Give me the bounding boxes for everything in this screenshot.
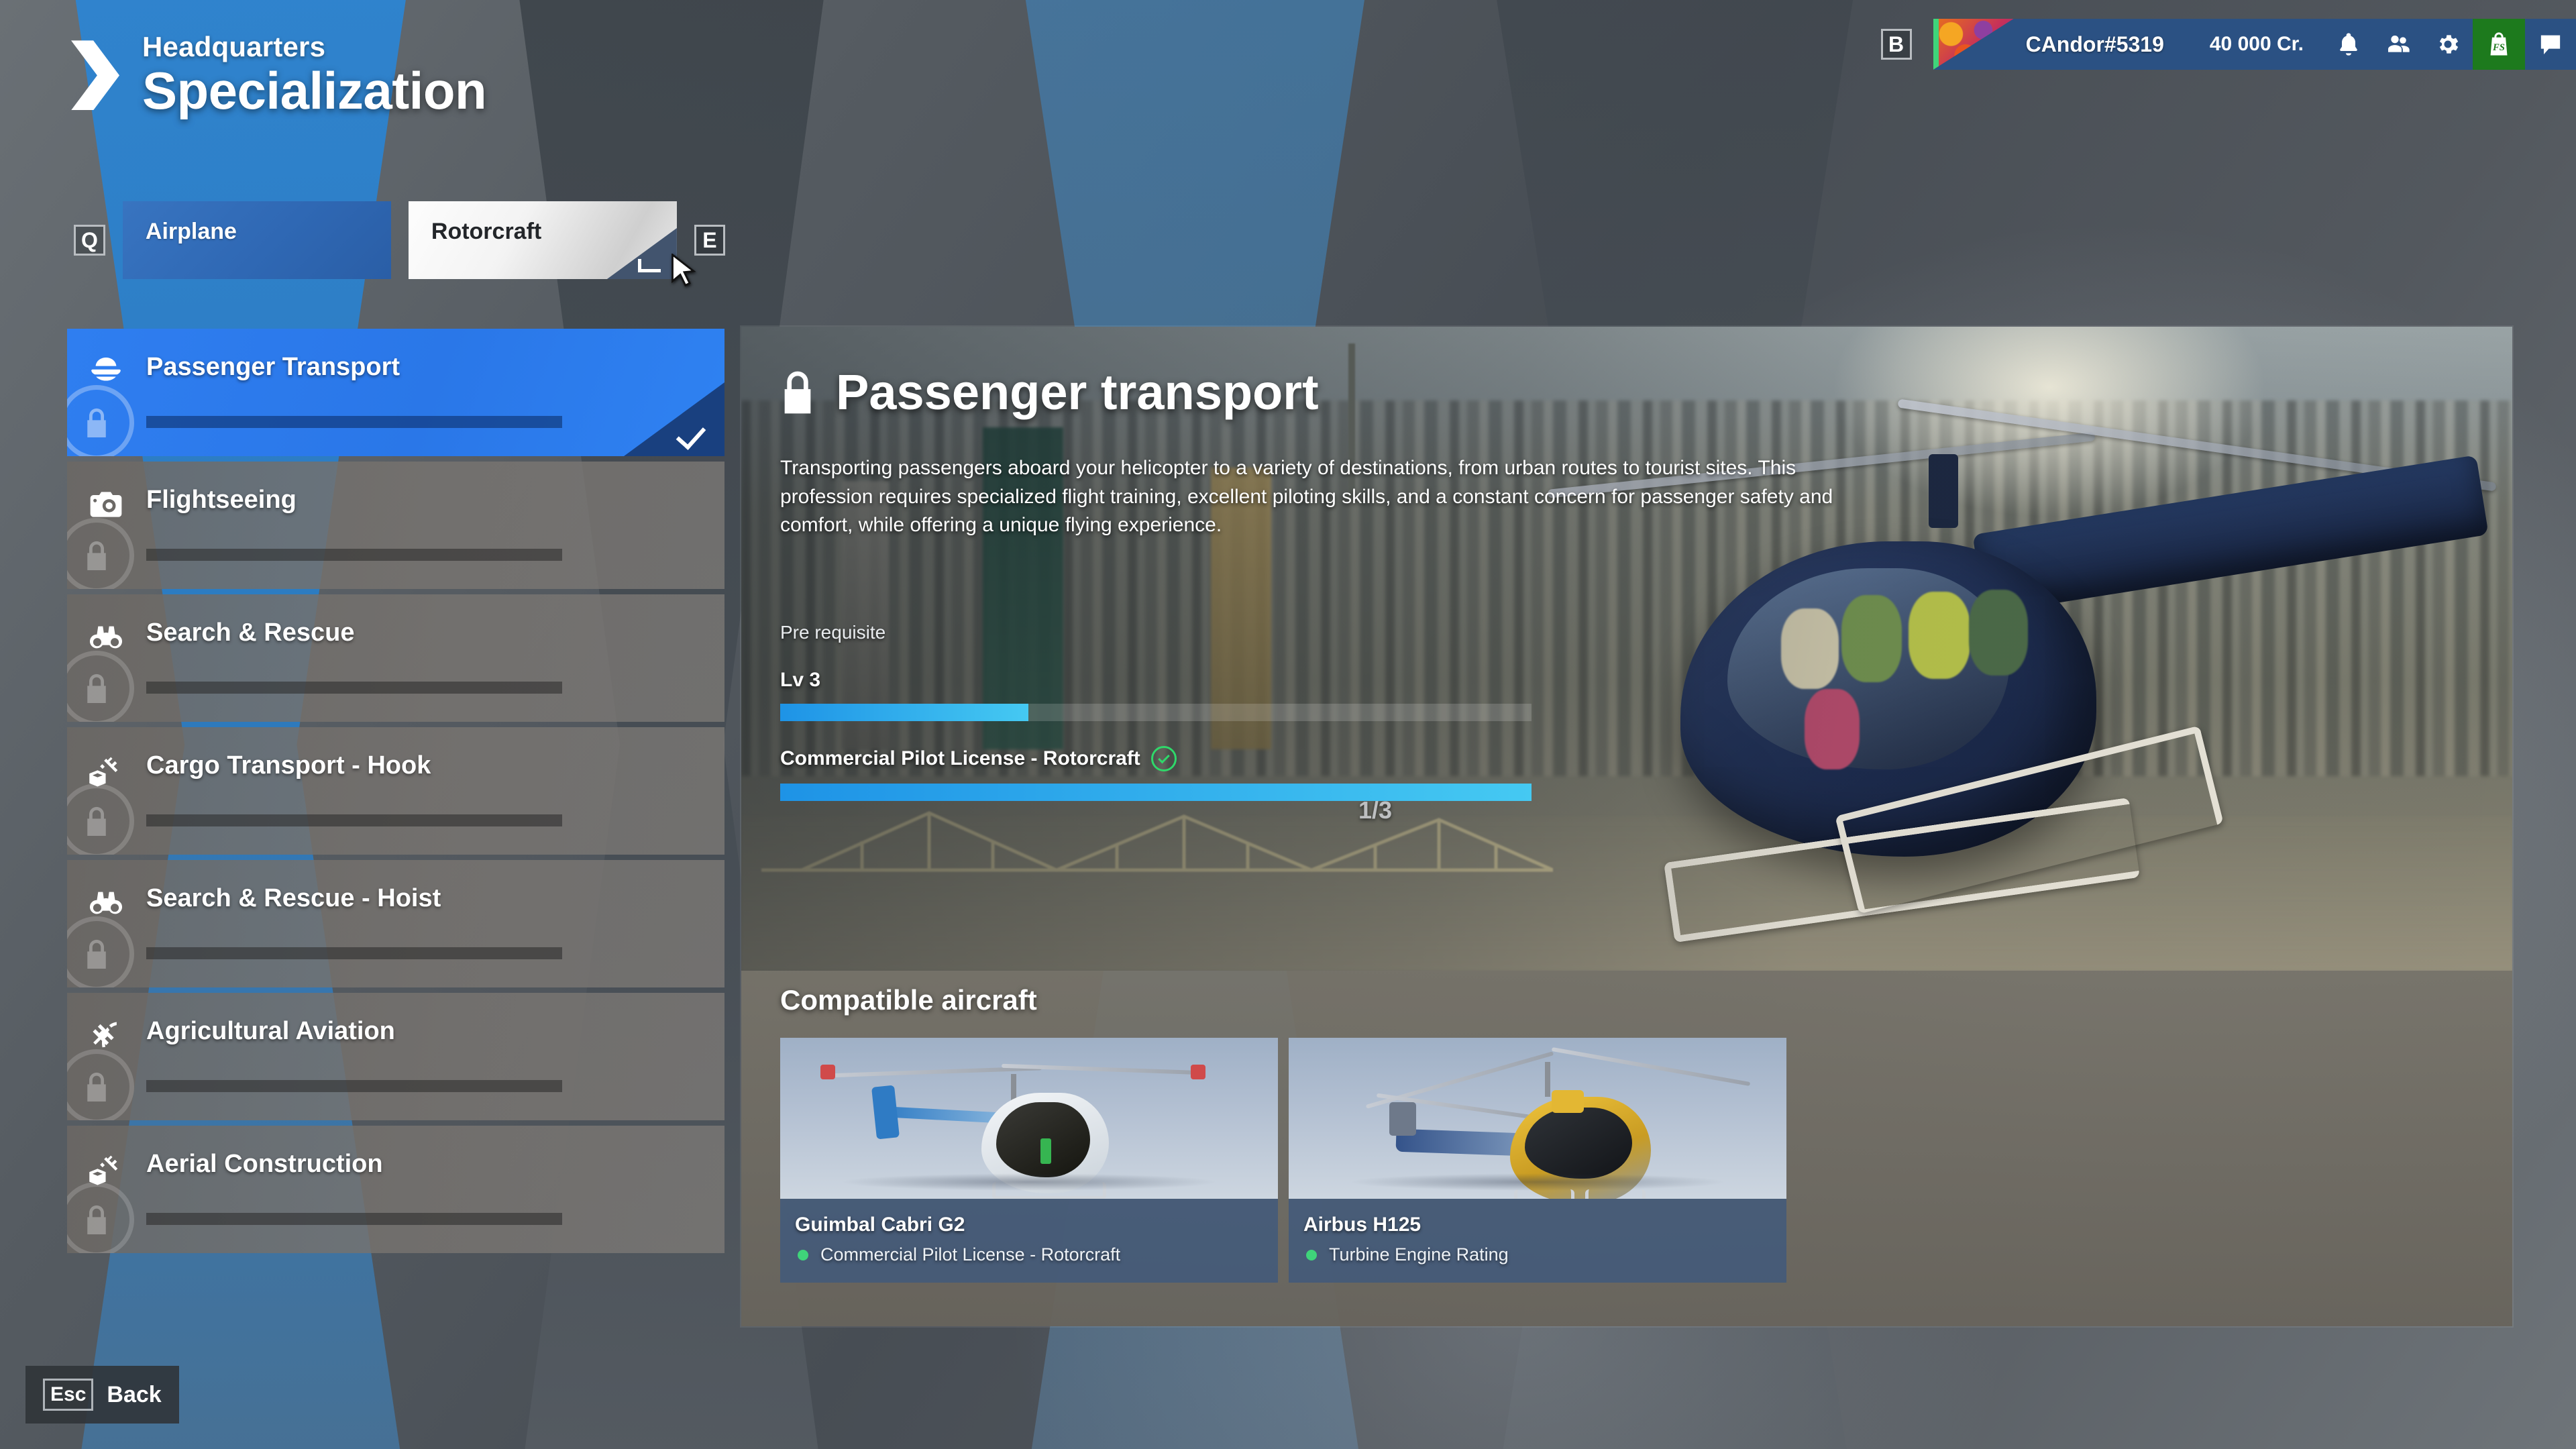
locked-badge — [67, 916, 134, 987]
progress-bar — [146, 1080, 562, 1092]
detail-title: Passenger transport — [836, 364, 1319, 420]
aircraft-thumbnail — [1289, 1038, 1786, 1199]
requirement-progress-fill — [780, 784, 1532, 801]
prerequisite-label: Pre requisite — [780, 622, 886, 643]
sidebar-item-label: Cargo Transport - Hook — [146, 751, 431, 780]
settings-button[interactable] — [2423, 19, 2473, 70]
gear-icon — [2439, 35, 2459, 54]
sidebar-item-aerial-construction[interactable]: Aerial Construction — [67, 1126, 724, 1253]
locked-badge — [67, 784, 134, 855]
chevron-right-icon — [71, 40, 119, 111]
selected-corner — [624, 382, 724, 456]
sidebar-item-label: Agricultural Aviation — [146, 1017, 395, 1045]
tab-airplane[interactable]: Airplane — [122, 201, 391, 279]
aircraft-name: Guimbal Cabri G2 — [795, 1214, 965, 1236]
username-label: CAndor#5319 — [2025, 32, 2164, 56]
aircraft-requirement: Commercial Pilot License - Rotorcraft — [820, 1244, 1121, 1265]
locked-badge — [67, 385, 134, 456]
locked-badge — [67, 518, 134, 589]
tab-rotorcraft-label: Rotorcraft — [431, 219, 542, 244]
tab-selected-corner — [606, 228, 677, 279]
sidebar-item-label: Aerial Construction — [146, 1150, 383, 1178]
requirement-license: Commercial Pilot License - Rotorcraft — [780, 746, 1532, 801]
lock-icon — [82, 405, 111, 440]
progress-bar — [146, 1213, 562, 1225]
avatar[interactable] — [1933, 19, 2014, 70]
page-title-block: Headquarters Specialization — [71, 31, 487, 121]
progress-bar — [146, 947, 562, 959]
lock-icon — [82, 1202, 111, 1237]
aircraft-requirement: Turbine Engine Rating — [1329, 1244, 1509, 1265]
lock-icon — [82, 671, 111, 706]
sidebar-item-label: Search & Rescue - Hoist — [146, 884, 441, 912]
status-dot — [798, 1249, 808, 1260]
chat-button[interactable] — [2525, 19, 2576, 70]
lock-icon — [82, 538, 111, 573]
specialization-detail-panel: 1/3 Passenger transport Transporting pas… — [741, 327, 2512, 1326]
page-title: Specialization — [142, 61, 487, 121]
marketplace-button[interactable]: FS — [2473, 19, 2525, 70]
credits-label: 40 000 Cr. — [2209, 33, 2304, 55]
requirement-level: Lv 3 — [780, 669, 1532, 721]
requirement-progress-fill — [780, 704, 1028, 721]
sidebar-item-label: Passenger Transport — [146, 353, 400, 381]
requirement-label: Lv 3 — [780, 669, 821, 691]
sidebar-item-search-rescue[interactable]: Search & Rescue — [67, 594, 724, 722]
aircraft-card-guimbal-cabri-g2[interactable]: Guimbal Cabri G2 Commercial Pilot Licens… — [780, 1038, 1278, 1283]
back-button[interactable]: Esc Back — [25, 1366, 179, 1424]
key-hint-e: E — [694, 225, 725, 256]
category-tabs: Q Airplane Rotorcraft E — [74, 201, 725, 279]
progress-bar — [146, 549, 562, 561]
sidebar-item-search-rescue-hoist[interactable]: Search & Rescue - Hoist — [67, 860, 724, 987]
aircraft-name: Airbus H125 — [1303, 1214, 1421, 1236]
progress-bar — [146, 682, 562, 694]
sidebar-item-passenger-transport[interactable]: Passenger Transport — [67, 329, 724, 456]
progress-bar — [146, 416, 562, 428]
sidebar-item-label: Search & Rescue — [146, 619, 355, 647]
check-icon — [676, 419, 706, 450]
detail-description: Transporting passengers aboard your heli… — [780, 457, 1833, 537]
key-hint-b: B — [1880, 29, 1912, 60]
progress-bar — [146, 814, 562, 826]
chat-icon — [2540, 35, 2561, 54]
notifications-button[interactable] — [2324, 19, 2373, 70]
account-header: B CAndor#5319 40 000 Cr. FS — [1880, 19, 2576, 70]
locked-badge — [67, 1049, 134, 1120]
friends-button[interactable] — [2373, 19, 2423, 70]
back-label: Back — [107, 1381, 162, 1407]
tab-rotorcraft[interactable]: Rotorcraft — [408, 201, 677, 279]
sidebar-item-flightseeing[interactable]: Flightseeing — [67, 462, 724, 589]
compatible-aircraft-section: Compatible aircraft Guimbal Cabri G2 Com… — [741, 971, 2512, 1326]
requirement-progress-bar — [780, 704, 1532, 721]
requirement-label: Commercial Pilot License - Rotorcraft — [780, 747, 1140, 769]
sidebar-item-label: Flightseeing — [146, 486, 297, 514]
compatible-aircraft-title: Compatible aircraft — [780, 984, 1037, 1016]
tab-airplane-label: Airplane — [145, 219, 237, 244]
mouse-cursor — [672, 254, 696, 287]
bell-icon — [2340, 33, 2357, 56]
fs-shop-icon: FS — [2490, 32, 2508, 56]
key-hint-q: Q — [74, 225, 105, 256]
sidebar-item-agricultural-aviation[interactable]: Agricultural Aviation — [67, 993, 724, 1120]
specialization-list: Passenger Transport Flightseeing Search … — [67, 329, 724, 1258]
friends-icon — [2388, 36, 2410, 52]
status-dot — [1306, 1249, 1317, 1260]
completed-check-icon — [1150, 746, 1177, 771]
hero-image: 1/3 — [741, 327, 2512, 971]
check-icon — [637, 259, 661, 272]
aircraft-thumbnail — [780, 1038, 1278, 1199]
sidebar-item-cargo-transport-hook[interactable]: Cargo Transport - Hook — [67, 727, 724, 855]
aircraft-card-airbus-h125[interactable]: Airbus H125 Turbine Engine Rating — [1289, 1038, 1786, 1283]
breadcrumb: Headquarters — [142, 31, 326, 62]
lock-icon — [82, 804, 111, 839]
lock-icon — [82, 1069, 111, 1104]
lock-icon — [778, 367, 817, 418]
requirement-progress-bar — [780, 784, 1532, 801]
locked-badge — [67, 651, 134, 722]
key-hint-esc: Esc — [43, 1379, 94, 1411]
locked-badge — [67, 1182, 134, 1253]
lock-icon — [82, 936, 111, 971]
svg-text:FS: FS — [2492, 42, 2505, 53]
